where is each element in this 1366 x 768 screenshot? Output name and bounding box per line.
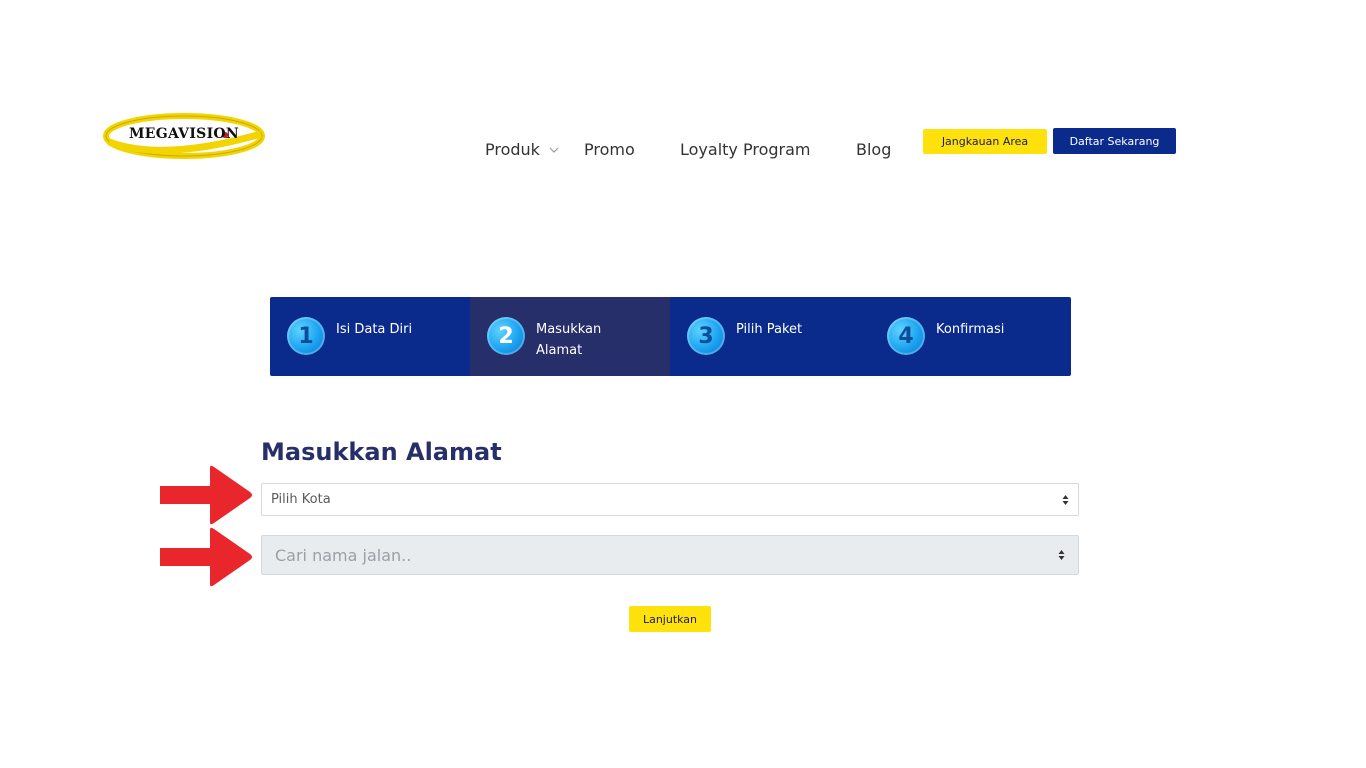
jangkauan-area-button[interactable]: Jangkauan Area <box>923 129 1047 154</box>
jalan-select-placeholder: Cari nama jalan.. <box>275 545 412 565</box>
registration-stepper: 1 Isi Data Diri 2 Masukkan Alamat 3 Pili… <box>270 297 1071 376</box>
up-down-caret-icon <box>1062 494 1069 505</box>
nav-item-label: Produk <box>485 140 540 159</box>
step-number-icon: 3 <box>687 317 725 355</box>
lanjutkan-button[interactable]: Lanjutkan <box>629 606 711 632</box>
step-masukkan-alamat[interactable]: 2 Masukkan Alamat <box>470 297 670 376</box>
daftar-sekarang-button[interactable]: Daftar Sekarang <box>1053 128 1176 154</box>
step-label: Masukkan Alamat <box>536 322 602 358</box>
red-arrow-icon <box>160 527 252 587</box>
kota-select-value: Pilih Kota <box>271 492 331 507</box>
nav-item-label: Promo <box>584 140 635 159</box>
nav-item-produk[interactable]: Produk <box>485 140 584 159</box>
nav-item-label: Blog <box>856 140 892 159</box>
step-pilih-paket[interactable]: 3 Pilih Paket <box>670 297 870 376</box>
red-arrow-icon <box>160 465 252 525</box>
main-nav: Produk Promo Loyalty Program Blog <box>485 140 896 159</box>
form-title: Masukkan Alamat <box>261 438 502 466</box>
chevron-down-icon <box>549 147 559 153</box>
step-label: Pilih Paket <box>736 322 803 337</box>
step-label: Isi Data Diri <box>336 322 413 337</box>
logo-text: MEGAVISION <box>128 126 240 142</box>
nav-item-loyalty-program[interactable]: Loyalty Program <box>680 140 856 159</box>
jalan-search-select[interactable]: Cari nama jalan.. <box>261 535 1079 575</box>
step-label: Konfirmasi <box>936 322 1005 337</box>
step-number-icon: 1 <box>287 317 325 355</box>
up-down-caret-icon <box>1058 550 1065 560</box>
step-isi-data-diri[interactable]: 1 Isi Data Diri <box>270 297 470 376</box>
megavision-logo[interactable]: MEGAVISION <box>103 112 265 160</box>
nav-item-label: Loyalty Program <box>680 140 811 159</box>
step-konfirmasi[interactable]: 4 Konfirmasi <box>870 297 1070 376</box>
page: MEGAVISION Produk Promo Loyalty Program … <box>0 0 1366 768</box>
step-number-icon: 4 <box>887 317 925 355</box>
nav-item-blog[interactable]: Blog <box>856 140 896 159</box>
nav-item-promo[interactable]: Promo <box>584 140 680 159</box>
kota-select[interactable]: Pilih Kota <box>261 483 1079 516</box>
step-number-icon: 2 <box>487 317 525 355</box>
